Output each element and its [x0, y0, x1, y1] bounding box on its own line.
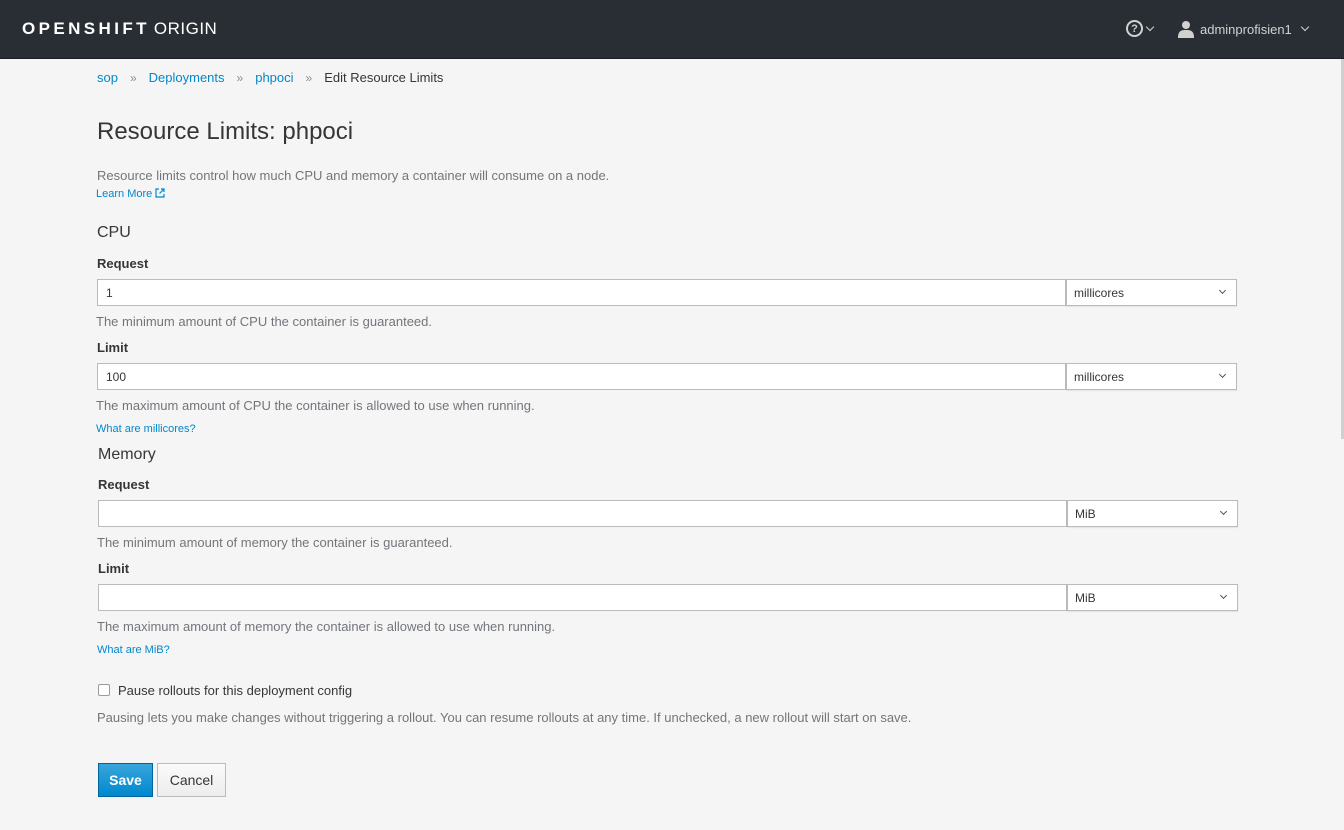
cpu-limit-unit-select[interactable]: millicores	[1066, 363, 1237, 390]
chevron-down-icon	[1300, 22, 1310, 32]
learn-more-label: Learn More	[96, 188, 153, 200]
cpu-request-unit-value: millicores	[1074, 286, 1125, 300]
memory-limit-unit-select[interactable]: MiB	[1067, 584, 1238, 611]
millicores-help-link[interactable]: What are millicores?	[96, 423, 196, 435]
memory-request-unit-value: MiB	[1075, 507, 1096, 521]
memory-request-label: Request	[98, 477, 150, 492]
main-content: sop » Deployments » phpoci » Edit Resour…	[0, 60, 1341, 830]
pause-rollouts-checkbox[interactable]	[98, 684, 110, 696]
page-title: Resource Limits: phpoci	[97, 118, 354, 145]
chevron-down-icon	[1218, 370, 1227, 379]
pause-rollouts-label[interactable]: Pause rollouts for this deployment confi…	[118, 683, 352, 698]
breadcrumb-current: Edit Resource Limits	[324, 70, 444, 85]
cpu-limit-label: Limit	[97, 340, 129, 355]
chevron-down-icon	[1145, 22, 1155, 31]
memory-request-input[interactable]	[98, 500, 1067, 527]
memory-request-help: The minimum amount of memory the contain…	[97, 535, 453, 550]
mib-help-link[interactable]: What are MiB?	[97, 644, 170, 656]
cpu-limit-help: The maximum amount of CPU the container …	[96, 398, 535, 413]
cpu-request-help: The minimum amount of CPU the container …	[96, 314, 433, 329]
breadcrumb-separator-icon: »	[129, 70, 137, 85]
memory-limit-unit-value: MiB	[1075, 591, 1096, 605]
brand-bold: OPENSHIFT	[22, 19, 150, 38]
memory-heading: Memory	[98, 446, 156, 463]
page-description: Resource limits control how much CPU and…	[97, 168, 610, 183]
memory-limit-label: Limit	[98, 561, 130, 576]
breadcrumb-separator-icon: »	[305, 70, 313, 85]
breadcrumb-deployments[interactable]: Deployments	[149, 70, 225, 85]
brand-logo[interactable]: OPENSHIFT ORIGIN	[22, 19, 217, 39]
external-link-icon	[155, 188, 165, 198]
cpu-limit-unit-value: millicores	[1074, 370, 1125, 384]
learn-more-link[interactable]: Learn More	[96, 188, 165, 200]
brand-light: ORIGIN	[153, 19, 218, 38]
breadcrumb-project[interactable]: sop	[97, 70, 118, 85]
cpu-request-label: Request	[97, 256, 149, 271]
breadcrumb: sop » Deployments » phpoci » Edit Resour…	[97, 70, 443, 85]
breadcrumb-separator-icon: »	[236, 70, 244, 85]
top-navbar: OPENSHIFT ORIGIN ? adminprofisien1	[0, 0, 1344, 59]
breadcrumb-deployment[interactable]: phpoci	[255, 70, 293, 85]
cpu-limit-input[interactable]	[97, 363, 1066, 390]
cpu-request-input[interactable]	[97, 279, 1066, 306]
pause-rollouts-help: Pausing lets you make changes without tr…	[97, 710, 912, 725]
save-button[interactable]: Save	[98, 763, 153, 797]
user-icon	[1178, 21, 1194, 38]
help-menu[interactable]: ?	[1126, 20, 1155, 37]
memory-request-unit-select[interactable]: MiB	[1067, 500, 1238, 527]
user-menu[interactable]: adminprofisien1	[1178, 20, 1310, 38]
memory-limit-help: The maximum amount of memory the contain…	[97, 619, 556, 634]
chevron-down-icon	[1219, 591, 1228, 600]
cancel-button[interactable]: Cancel	[157, 763, 226, 797]
cpu-heading: CPU	[97, 224, 131, 241]
cpu-request-unit-select[interactable]: millicores	[1066, 279, 1237, 306]
chevron-down-icon	[1218, 286, 1227, 295]
chevron-down-icon	[1219, 507, 1228, 516]
memory-limit-input[interactable]	[98, 584, 1067, 611]
username: adminprofisien1	[1200, 21, 1292, 37]
help-icon: ?	[1126, 20, 1143, 37]
